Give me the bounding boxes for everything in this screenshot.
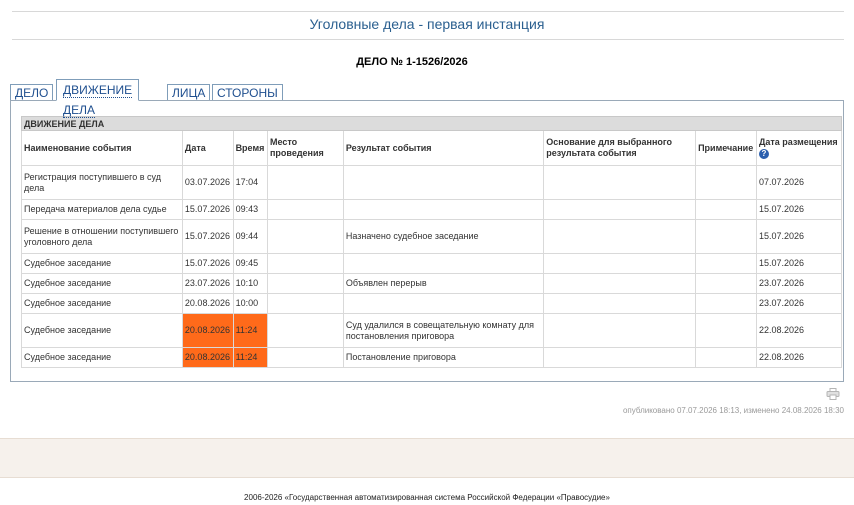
cell-note [695, 253, 757, 274]
cell-posted: 07.07.2026 [755, 165, 843, 200]
cell-place [266, 347, 344, 368]
table-row: Судебное заседание 20.08.2026 10:00 23.0… [21, 293, 843, 314]
tab-case-movement[interactable]: ДВИЖЕНИЕ ДЕЛА [56, 79, 140, 118]
published-info: опубликовано 07.07.2026 18:13, изменено … [622, 406, 844, 415]
cell-time: 09:44 [232, 219, 268, 254]
cell-posted: 22.08.2026 [755, 347, 843, 368]
table-section-title: ДВИЖЕНИЕ ДЕЛА [21, 116, 842, 131]
cell-basis [543, 293, 697, 314]
cell-posted: 23.07.2026 [755, 293, 843, 314]
col-time: Время [232, 130, 268, 166]
cell-basis [543, 347, 697, 368]
cell-result [342, 293, 545, 314]
cell-posted: 23.07.2026 [755, 273, 843, 294]
cell-time: 17:04 [232, 165, 268, 200]
cell-result [342, 253, 545, 274]
cell-event: Передача материалов дела судье [21, 199, 183, 220]
cell-basis [543, 199, 697, 220]
cell-note [695, 219, 757, 254]
cell-basis [543, 165, 697, 200]
cell-result: Суд удалился в совещательную комнату для… [342, 313, 545, 348]
table-row: Судебное заседание 23.07.2026 10:10 Объя… [21, 273, 843, 294]
footer-band [0, 438, 854, 478]
cell-event: Судебное заседание [21, 313, 183, 348]
cell-note [695, 199, 757, 220]
cell-place [266, 293, 344, 314]
col-posted-label: Дата размещения [758, 137, 838, 147]
table-column-headers: Наименование события Дата Время Место пр… [21, 130, 843, 166]
cell-result: Постановление приговора [342, 347, 545, 368]
cell-time: 10:10 [232, 273, 268, 294]
cell-event: Решение в отношении поступившего уголовн… [21, 219, 183, 254]
table-row: Судебное заседание 15.07.2026 09:45 15.0… [21, 253, 843, 274]
case-movement-panel: ДВИЖЕНИЕ ДЕЛА Наименование события Дата … [10, 100, 844, 382]
page-title: Уголовные дела - первая инстанция [309, 16, 545, 32]
cell-event: Судебное заседание [21, 273, 183, 294]
top-divider [12, 11, 844, 12]
cell-time-highlighted: 11:24 [232, 313, 268, 348]
cell-result [342, 199, 545, 220]
table-row: Решение в отношении поступившего уголовн… [21, 219, 843, 254]
cell-note [695, 273, 757, 294]
cell-posted: 22.08.2026 [755, 313, 843, 348]
cell-note [695, 165, 757, 200]
cell-place [266, 273, 344, 294]
cell-result: Объявлен перерыв [342, 273, 545, 294]
col-place: Место проведения [266, 130, 344, 166]
cell-date: 15.07.2026 [181, 253, 234, 274]
col-note: Примечание [695, 130, 757, 166]
cell-basis [543, 219, 697, 254]
tab-case[interactable]: ДЕЛО [10, 84, 54, 101]
cell-place [266, 219, 344, 254]
cell-date: 15.07.2026 [181, 219, 234, 254]
cell-time-highlighted: 11:24 [232, 347, 268, 368]
cell-place [266, 199, 344, 220]
cell-basis [543, 253, 697, 274]
cell-basis [543, 313, 697, 348]
col-event: Наименование события [21, 130, 183, 166]
table-row: Передача материалов дела судье 15.07.202… [21, 199, 843, 220]
table-section-header: ДВИЖЕНИЕ ДЕЛА [21, 116, 842, 131]
cell-date: 20.08.2026 [181, 293, 234, 314]
cell-date: 15.07.2026 [181, 199, 234, 220]
cell-event: Регистрация поступившего в суд дела [21, 165, 183, 200]
cell-posted: 15.07.2026 [755, 199, 843, 220]
cell-posted: 15.07.2026 [755, 253, 843, 274]
cell-result: Назначено судебное заседание [342, 219, 545, 254]
col-result: Результат события [342, 130, 545, 166]
title-divider [12, 39, 844, 40]
cell-place [266, 165, 344, 200]
cell-date: 03.07.2026 [181, 165, 234, 200]
copyright-text: 2006-2026 «Государственная автоматизиров… [244, 493, 610, 502]
cell-date: 23.07.2026 [181, 273, 234, 294]
table-row: Судебное заседание 20.08.2026 11:24 Пост… [21, 347, 843, 368]
cell-event: Судебное заседание [21, 253, 183, 274]
cell-note [695, 293, 757, 314]
tab-persons[interactable]: ЛИЦА [167, 84, 211, 101]
case-number: ДЕЛО № 1-1526/2026 [356, 56, 468, 68]
cell-note [695, 313, 757, 348]
cell-time: 09:45 [232, 253, 268, 274]
cell-note [695, 347, 757, 368]
cell-basis [543, 273, 697, 294]
cell-time: 10:00 [232, 293, 268, 314]
cell-place [266, 313, 344, 348]
cell-date-highlighted: 20.08.2026 [181, 347, 234, 368]
cell-result [342, 165, 545, 200]
print-icon[interactable] [826, 388, 840, 400]
cell-event: Судебное заседание [21, 293, 183, 314]
tab-parties[interactable]: СТОРОНЫ [212, 84, 283, 101]
col-basis: Основание для выбранного результата собы… [543, 130, 697, 166]
cell-date-highlighted: 20.08.2026 [181, 313, 234, 348]
cell-event: Судебное заседание [21, 347, 183, 368]
cell-time: 09:43 [232, 199, 268, 220]
table-row: Судебное заседание 20.08.2026 11:24 Суд … [21, 313, 843, 348]
table-row: Регистрация поступившего в суд дела 03.0… [21, 165, 843, 200]
col-posted: Дата размещения ? [755, 130, 843, 166]
col-date: Дата [181, 130, 234, 166]
help-icon[interactable]: ? [758, 148, 769, 159]
cell-place [266, 253, 344, 274]
cell-posted: 15.07.2026 [755, 219, 843, 254]
case-movement-table: ДВИЖЕНИЕ ДЕЛА Наименование события Дата … [21, 116, 843, 368]
